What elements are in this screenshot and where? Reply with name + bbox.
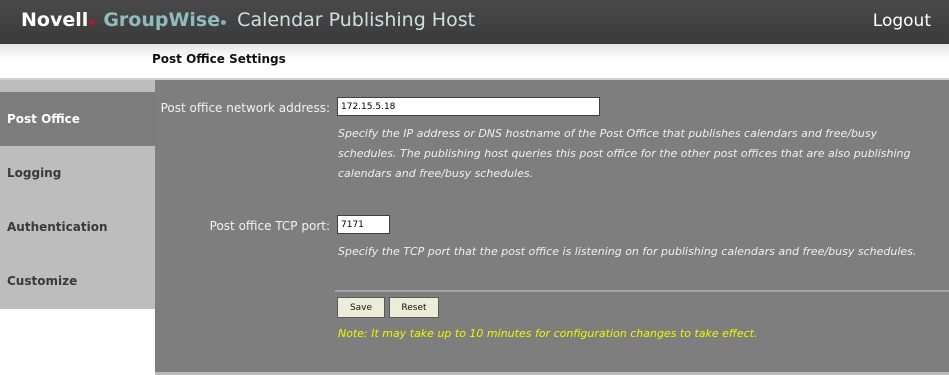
- config-note: Note: It may take up to 10 minutes for c…: [338, 327, 758, 340]
- app-header: Novell GroupWise Calendar Publishing Hos…: [0, 0, 949, 44]
- sidebar-item-label: Customize: [7, 274, 78, 288]
- form-divider: [335, 290, 949, 292]
- brand-dot-icon: [221, 20, 227, 25]
- save-button[interactable]: Save: [337, 297, 385, 318]
- reset-button[interactable]: Reset: [389, 297, 439, 318]
- port-label: Post office TCP port:: [209, 219, 330, 233]
- brand-subtitle: Calendar Publishing Host: [237, 9, 476, 31]
- brand-dot-icon: [89, 20, 95, 25]
- sidebar-item-logging[interactable]: Logging: [0, 146, 155, 200]
- address-input[interactable]: [337, 97, 600, 116]
- sidebar-item-authentication[interactable]: Authentication: [0, 200, 155, 254]
- sidebar-item-label: Authentication: [7, 220, 108, 234]
- sidebar-item-label: Logging: [7, 166, 62, 180]
- port-input[interactable]: [337, 215, 390, 234]
- address-label: Post office network address:: [160, 101, 330, 115]
- sidebar-nav: Post Office Logging Authentication Custo…: [0, 80, 155, 309]
- brand-novell: Novell: [21, 9, 89, 31]
- sidebar-item-label: Post Office: [7, 112, 80, 126]
- port-help: Specify the TCP port that the post offic…: [338, 245, 917, 258]
- sidebar-item-customize[interactable]: Customize: [0, 254, 155, 308]
- subheader-bar: [0, 44, 949, 79]
- logout-link[interactable]: Logout: [873, 11, 931, 31]
- brand-groupwise: GroupWise: [103, 9, 221, 31]
- app-brand: Novell GroupWise Calendar Publishing Hos…: [21, 9, 475, 31]
- address-help: Specify the IP address or DNS hostname o…: [338, 127, 911, 180]
- page-title: Post Office Settings: [152, 52, 286, 66]
- sidebar-item-post-office[interactable]: Post Office: [0, 92, 155, 146]
